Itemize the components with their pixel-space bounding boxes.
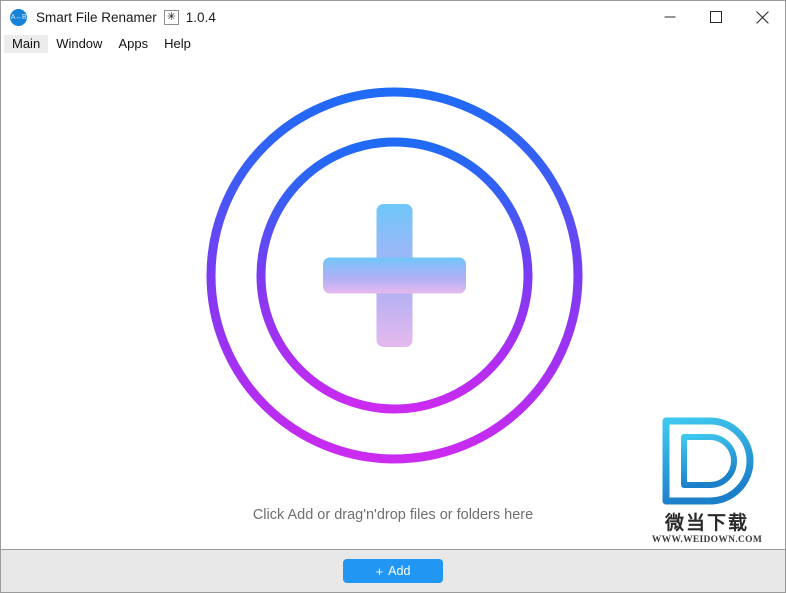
menu-bar: Main Window Apps Help xyxy=(1,33,785,55)
close-button[interactable] xyxy=(739,1,785,33)
app-window: A↔B Smart File Renamer ✳ 1.0.4 Main Wind… xyxy=(0,0,786,593)
app-icon-glyph: A↔B xyxy=(10,13,27,21)
menu-item-window[interactable]: Window xyxy=(48,35,110,53)
menu-item-main[interactable]: Main xyxy=(4,35,49,53)
watermark: 微当下载 WWW.WEIDOWN.COM xyxy=(643,415,771,545)
bottom-toolbar: + Add xyxy=(1,549,785,592)
menu-item-help[interactable]: Help xyxy=(156,35,199,53)
window-controls xyxy=(647,1,785,33)
plus-icon: + xyxy=(375,563,384,579)
file-drop-area[interactable]: Click Add or drag'n'drop files or folder… xyxy=(1,55,785,549)
version-label: 1.0.4 xyxy=(185,9,216,25)
title-bar: A↔B Smart File Renamer ✳ 1.0.4 xyxy=(1,1,785,33)
weidown-d-logo-icon xyxy=(662,417,754,505)
watermark-url-text: WWW.WEIDOWN.COM xyxy=(651,535,763,545)
version-badge-icon: ✳ xyxy=(163,9,179,25)
app-icon: A↔B xyxy=(10,8,27,26)
add-circles-plus-icon[interactable] xyxy=(206,87,583,464)
add-button-label: Add xyxy=(388,564,411,578)
minimize-button[interactable] xyxy=(647,1,693,33)
watermark-brand-text: 微当下载 xyxy=(664,512,749,535)
window-title: Smart File Renamer xyxy=(36,9,157,25)
maximize-button[interactable] xyxy=(693,1,739,33)
menu-item-apps[interactable]: Apps xyxy=(110,35,156,53)
add-button[interactable]: + Add xyxy=(343,559,443,583)
